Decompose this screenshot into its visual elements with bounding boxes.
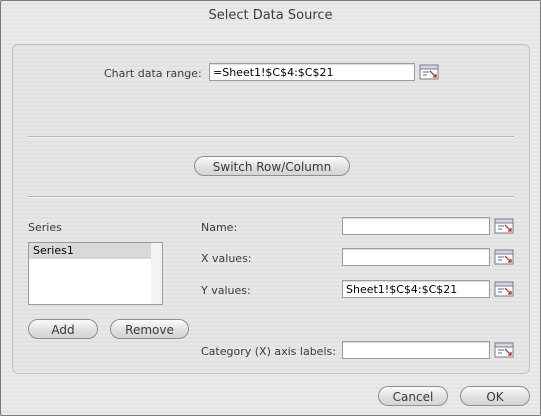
category-axis-labels-label: Category (X) axis labels: xyxy=(201,345,336,358)
dialog-panel: Chart data range: =Sheet1!$C$4:$C$21 Swi… xyxy=(12,44,530,374)
name-label: Name: xyxy=(201,221,238,234)
y-values-field[interactable]: Sheet1!$C$4:$C$21 xyxy=(342,280,490,298)
cancel-button[interactable]: Cancel xyxy=(378,386,448,406)
series-list-scrollbar[interactable] xyxy=(151,242,163,305)
x-values-label: X values: xyxy=(201,252,252,265)
series-heading: Series xyxy=(28,221,62,234)
ok-button[interactable]: OK xyxy=(460,386,530,406)
range-picker-icon[interactable] xyxy=(494,281,514,297)
name-field[interactable] xyxy=(342,217,490,235)
x-values-field[interactable] xyxy=(342,248,490,266)
select-data-source-dialog: Select Data Source Chart data range: =Sh… xyxy=(0,0,541,416)
add-series-button[interactable]: Add xyxy=(28,319,98,339)
range-picker-icon[interactable] xyxy=(494,342,514,358)
range-picker-icon[interactable] xyxy=(494,218,514,234)
category-axis-labels-field[interactable] xyxy=(342,341,490,359)
range-picker-icon[interactable] xyxy=(419,64,439,80)
switch-row-column-button[interactable]: Switch Row/Column xyxy=(194,156,350,176)
range-picker-icon[interactable] xyxy=(494,249,514,265)
separator-top xyxy=(28,136,514,138)
series-list[interactable]: Series1 xyxy=(28,242,152,305)
dialog-title: Select Data Source xyxy=(208,8,333,23)
chart-data-range-label: Chart data range: xyxy=(104,67,202,80)
list-item[interactable]: Series1 xyxy=(29,243,151,259)
remove-series-button[interactable]: Remove xyxy=(110,319,189,339)
chart-data-range-field[interactable]: =Sheet1!$C$4:$C$21 xyxy=(209,63,415,81)
y-values-label: Y values: xyxy=(201,284,251,297)
separator-bottom xyxy=(28,196,514,198)
